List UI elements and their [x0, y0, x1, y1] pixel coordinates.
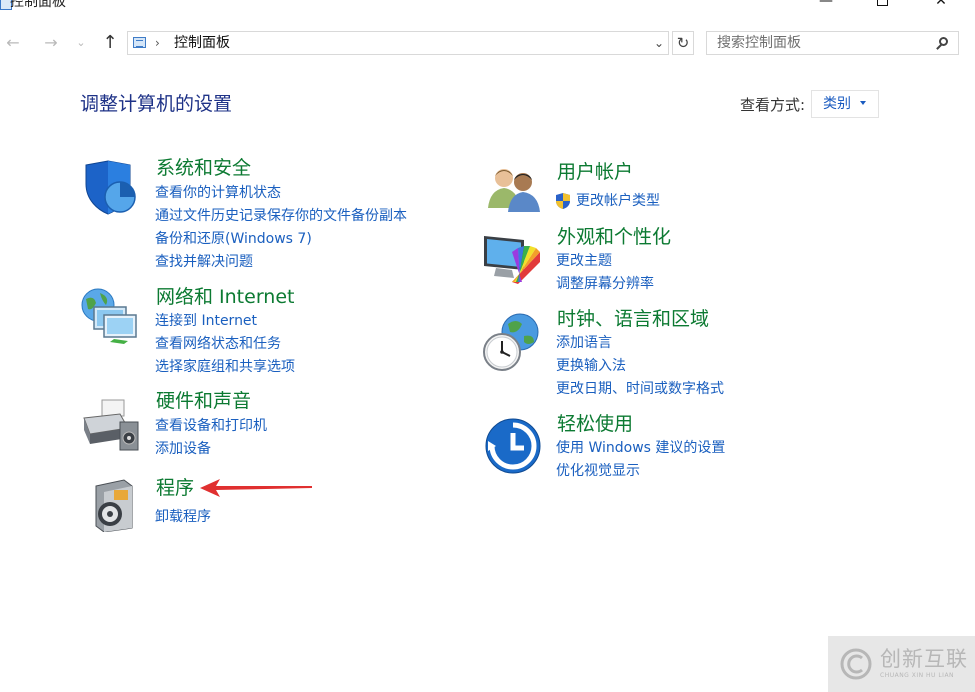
- address-dropdown-button[interactable]: ⌄: [654, 35, 664, 51]
- title-bar: 控制面板 — ✕: [0, 0, 975, 14]
- users-icon[interactable]: [486, 164, 542, 212]
- link-network-status-tasks[interactable]: 查看网络状态和任务: [155, 335, 281, 353]
- category-title-appearance[interactable]: 外观和个性化: [557, 225, 671, 249]
- link-connect-internet[interactable]: 连接到 Internet: [155, 312, 257, 330]
- link-change-account-type[interactable]: 更改帐户类型: [576, 192, 660, 210]
- watermark-logo-icon: [840, 648, 872, 680]
- link-file-history-backup[interactable]: 通过文件历史记录保存你的文件备份副本: [155, 207, 407, 225]
- view-by-label: 查看方式:: [740, 96, 806, 114]
- shield-icon[interactable]: [82, 160, 138, 216]
- window-title: 控制面板: [10, 0, 66, 10]
- up-button[interactable]: ↑: [99, 32, 121, 54]
- chevron-down-icon: [860, 101, 866, 105]
- search-icon[interactable]: [939, 37, 948, 46]
- monitor-palette-icon[interactable]: [482, 232, 542, 286]
- link-adjust-resolution[interactable]: 调整屏幕分辨率: [556, 275, 654, 293]
- link-homegroup-sharing[interactable]: 选择家庭组和共享选项: [155, 358, 295, 376]
- link-add-device[interactable]: 添加设备: [155, 440, 211, 458]
- printer-icon[interactable]: [80, 398, 140, 454]
- close-button[interactable]: ✕: [921, 0, 961, 12]
- search-placeholder: 搜索控制面板: [717, 35, 801, 51]
- maximize-icon: [876, 0, 888, 6]
- link-change-input-method[interactable]: 更换输入法: [556, 357, 626, 375]
- link-recommended-settings[interactable]: 使用 Windows 建议的设置: [556, 439, 725, 457]
- maximize-button[interactable]: [862, 0, 902, 12]
- watermark-subtext: CHUANG XIN HU LIAN: [880, 672, 955, 679]
- address-bar[interactable]: › 控制面板 ⌄: [127, 31, 669, 55]
- clock-globe-icon[interactable]: [482, 312, 542, 372]
- link-change-theme[interactable]: 更改主题: [556, 252, 612, 270]
- category-title-programs[interactable]: 程序: [156, 476, 194, 500]
- link-view-computer-status[interactable]: 查看你的计算机状态: [155, 184, 281, 202]
- search-input[interactable]: 搜索控制面板: [706, 31, 959, 55]
- link-uninstall-program[interactable]: 卸载程序: [155, 508, 211, 526]
- uac-shield-icon: [556, 193, 570, 209]
- link-change-date-time-format[interactable]: 更改日期、时间或数字格式: [556, 380, 724, 398]
- link-devices-printers[interactable]: 查看设备和打印机: [155, 417, 267, 435]
- breadcrumb-separator[interactable]: ›: [155, 35, 160, 51]
- watermark-text: 创新互联: [880, 647, 968, 671]
- link-add-language[interactable]: 添加语言: [556, 334, 612, 352]
- link-optimize-visual-display[interactable]: 优化视觉显示: [556, 462, 640, 480]
- breadcrumb-control-panel[interactable]: 控制面板: [174, 34, 230, 52]
- category-title-hardware-sound[interactable]: 硬件和声音: [156, 389, 251, 413]
- navigation-bar: ← → ⌄ ↑ › 控制面板 ⌄ ↻ 搜索控制面板: [0, 28, 975, 60]
- link-troubleshoot[interactable]: 查找并解决问题: [155, 253, 253, 271]
- watermark: 创新互联 CHUANG XIN HU LIAN: [828, 636, 975, 692]
- annotation-arrow-icon: [200, 479, 312, 497]
- category-title-clock-language-region[interactable]: 时钟、语言和区域: [557, 307, 709, 331]
- category-title-network-internet[interactable]: 网络和 Internet: [156, 285, 294, 309]
- network-icon[interactable]: [80, 287, 140, 345]
- programs-icon[interactable]: [88, 476, 136, 532]
- back-button[interactable]: ←: [2, 32, 24, 54]
- view-by-dropdown[interactable]: 类别: [811, 90, 879, 118]
- link-backup-restore[interactable]: 备份和还原(Windows 7): [155, 230, 312, 248]
- ease-of-access-icon[interactable]: [484, 417, 542, 475]
- page-title: 调整计算机的设置: [80, 93, 233, 115]
- refresh-button[interactable]: ↻: [672, 31, 694, 55]
- view-by-value: 类别: [823, 96, 851, 112]
- category-title-user-accounts[interactable]: 用户帐户: [557, 160, 633, 184]
- category-title-system-security[interactable]: 系统和安全: [156, 156, 251, 180]
- category-title-ease-of-access[interactable]: 轻松使用: [557, 412, 633, 436]
- forward-button[interactable]: →: [40, 32, 62, 54]
- control-panel-icon: [133, 37, 146, 48]
- recent-locations-button[interactable]: ⌄: [74, 32, 88, 54]
- minimize-button[interactable]: —: [806, 0, 846, 12]
